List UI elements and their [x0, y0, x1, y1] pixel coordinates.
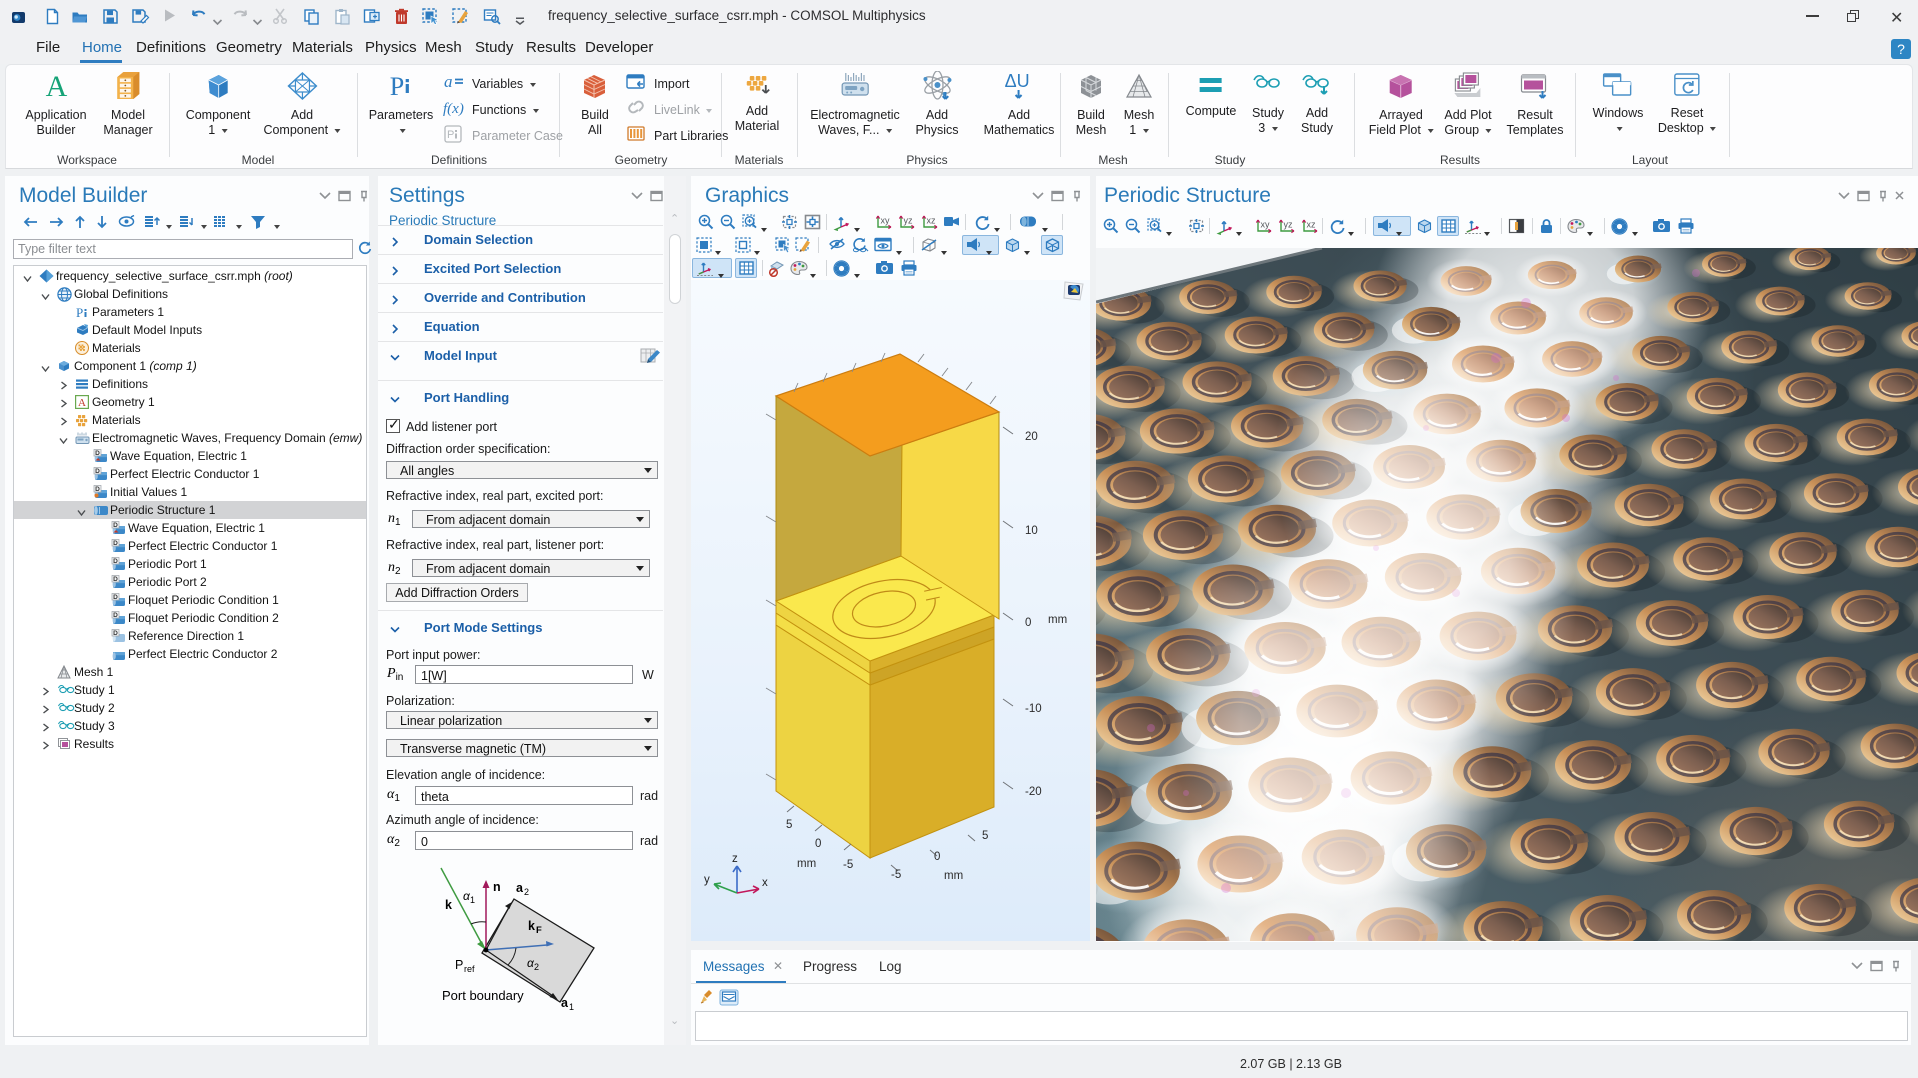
svg-text:f(x): f(x) [443, 101, 464, 117]
svg-text:ref: ref [464, 964, 475, 974]
svg-text:n: n [493, 880, 501, 894]
svg-text:x: x [762, 877, 768, 889]
svg-text:P: P [447, 129, 454, 141]
svg-text:D: D [113, 522, 118, 529]
svg-text:2: 2 [534, 962, 539, 972]
svg-text:A: A [78, 397, 86, 409]
svg-text:D: D [113, 558, 118, 565]
svg-text:D: D [113, 576, 118, 583]
svg-text:0: 0 [815, 838, 821, 850]
svg-text:yz: yz [1284, 220, 1294, 230]
svg-text:2: 2 [524, 887, 529, 897]
svg-text:D: D [95, 468, 100, 475]
svg-text:P: P [390, 72, 404, 101]
svg-text:k: k [445, 898, 452, 912]
svg-text:k: k [528, 919, 535, 933]
svg-text:D: D [95, 450, 100, 457]
svg-text:ΔU: ΔU [1005, 71, 1030, 91]
svg-text:mm: mm [1048, 614, 1067, 626]
svg-text:0: 0 [934, 851, 940, 863]
svg-text:10: 10 [1025, 525, 1038, 537]
svg-text:z: z [732, 853, 738, 865]
svg-text:P: P [455, 958, 463, 972]
svg-text:F: F [536, 925, 542, 936]
svg-text:xy: xy [1261, 220, 1271, 230]
svg-text:y: y [704, 874, 710, 886]
svg-text:-5: -5 [891, 869, 901, 881]
svg-text:a: a [516, 881, 524, 895]
svg-text:D: D [113, 612, 118, 619]
svg-text:a: a [444, 73, 453, 91]
svg-text:-10: -10 [1025, 703, 1042, 715]
svg-text:-5: -5 [843, 859, 853, 871]
svg-text:5: 5 [982, 830, 988, 842]
svg-text:20: 20 [1025, 431, 1038, 443]
svg-text:D: D [95, 486, 100, 493]
svg-text:D: D [113, 630, 118, 637]
svg-text:xz: xz [1307, 220, 1317, 230]
svg-text:D: D [113, 594, 118, 601]
svg-text:0: 0 [1025, 617, 1031, 629]
svg-text:mm: mm [944, 870, 963, 882]
svg-text:-20: -20 [1025, 786, 1042, 798]
svg-text:a: a [561, 996, 569, 1010]
svg-text:P: P [76, 305, 83, 319]
svg-text:mm: mm [797, 858, 816, 870]
svg-text:5: 5 [786, 819, 792, 831]
svg-text:1: 1 [569, 1002, 574, 1012]
svg-text:A: A [45, 71, 67, 101]
svg-text:Port boundary: Port boundary [442, 988, 524, 1003]
svg-text:1: 1 [470, 895, 475, 905]
svg-text:D: D [113, 540, 118, 547]
